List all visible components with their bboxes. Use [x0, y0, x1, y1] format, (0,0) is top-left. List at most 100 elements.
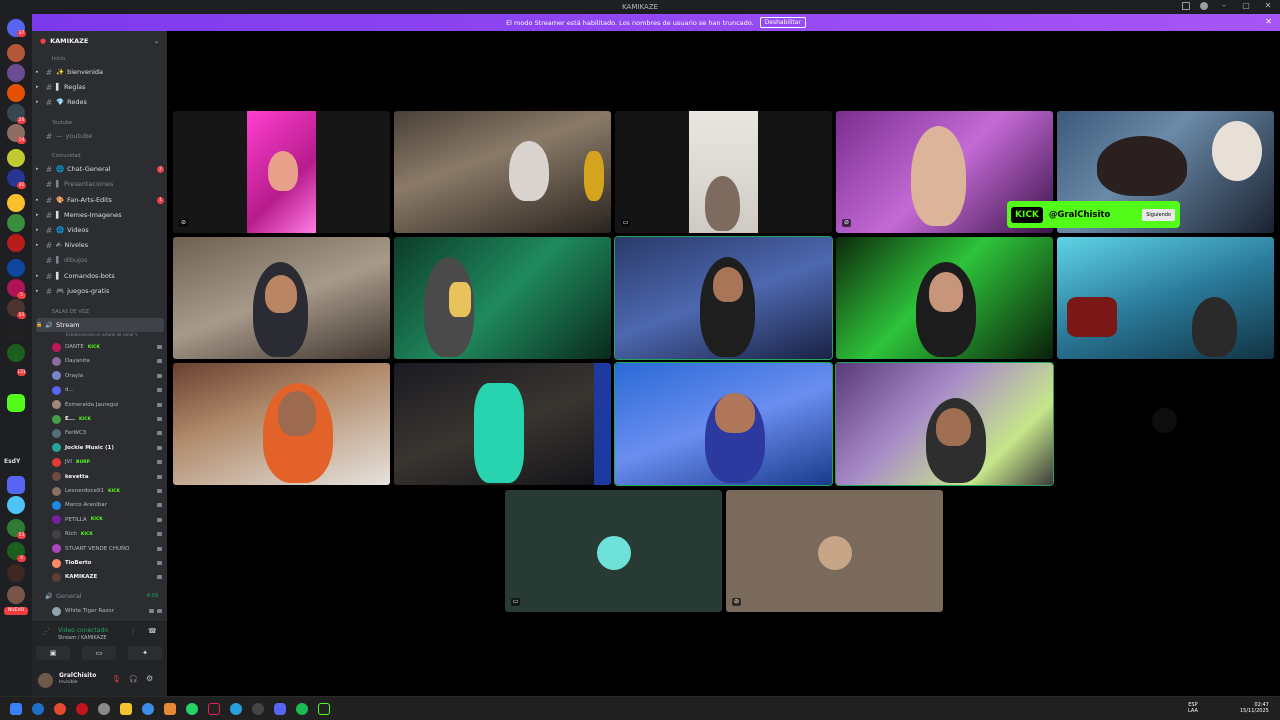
voice-user[interactable]: TioBerto: [52, 556, 162, 570]
server-abbrev[interactable]: EsdY: [4, 458, 20, 465]
server-icon[interactable]: [7, 476, 25, 494]
video-tile[interactable]: [1057, 237, 1274, 359]
voice-user[interactable]: d...: [52, 383, 162, 397]
voice-user[interactable]: Leonerdoce91 KICK: [52, 484, 162, 498]
category-comunidad[interactable]: Comunidad: [52, 153, 81, 159]
video-tile[interactable]: [614, 362, 833, 486]
channel-comandos-bots[interactable]: ▸ # ▌ Comandos-bots: [36, 269, 164, 283]
voice-user[interactable]: Jockie Music (1): [52, 441, 162, 455]
help-icon[interactable]: [1200, 2, 1208, 10]
activities-button[interactable]: ✦: [128, 646, 162, 660]
channel-juegos-gratis[interactable]: ▸ # 🎮 juegos-gratis: [36, 284, 164, 298]
voice-user[interactable]: KAMIKAZE: [52, 570, 162, 584]
channel-youtube[interactable]: # — youtube: [36, 129, 164, 143]
maximize-button[interactable]: ▢: [1240, 1, 1252, 10]
channel-niveles[interactable]: ▸ # ✍ Niveles: [36, 238, 164, 252]
video-tile[interactable]: [173, 237, 390, 359]
camera-toggle-button[interactable]: ▣: [36, 646, 70, 660]
server-icon[interactable]: [7, 564, 25, 582]
follow-button[interactable]: Siguiendo: [1142, 208, 1175, 221]
opera-icon[interactable]: [76, 703, 88, 715]
video-tile[interactable]: [614, 236, 833, 360]
channel-reglas[interactable]: ▸ # ▌ Reglas: [36, 80, 164, 94]
voice-user[interactable]: DANTE KICK: [52, 340, 162, 354]
voice-user[interactable]: E... KICK: [52, 412, 162, 426]
video-tile[interactable]: [836, 237, 1053, 359]
server-icon[interactable]: [7, 234, 25, 252]
start-icon[interactable]: [10, 703, 22, 715]
voice-user[interactable]: Rich KICK: [52, 527, 162, 541]
voice-channel-general[interactable]: 🔊 General 4:09: [36, 589, 164, 603]
mute-mic-icon[interactable]: 🎙: [112, 675, 121, 683]
category-voz[interactable]: SALAS DE VOZ: [52, 309, 89, 315]
disable-streamer-button[interactable]: Deshabilitar: [759, 17, 806, 28]
voice-user[interactable]: Marco Aranibar: [52, 498, 162, 512]
video-tile[interactable]: ⊘: [726, 490, 943, 612]
channel-redes[interactable]: ▸ # 💎 Redes: [36, 95, 164, 109]
terminal-icon[interactable]: [318, 703, 330, 715]
channel-bienvenida[interactable]: ▸ # ✨ bienvenida: [36, 65, 164, 79]
server-icon[interactable]: [7, 344, 25, 362]
voice-user[interactable]: White Tiger Razor: [52, 604, 162, 618]
channel-memes-imagenes[interactable]: ▸ # ▌ Memes-Imagenes: [36, 208, 164, 222]
file-explorer-icon[interactable]: [120, 703, 132, 715]
channel-dibujos[interactable]: # ▌ dibujos: [36, 253, 164, 267]
voice-user[interactable]: STUART VENDE CHUÑO: [52, 542, 162, 556]
voice-user[interactable]: Orayla: [52, 369, 162, 383]
video-tile[interactable]: [173, 363, 390, 485]
video-tile[interactable]: [394, 237, 611, 359]
category-youtube[interactable]: Youtube: [52, 120, 72, 126]
video-tile[interactable]: [394, 363, 611, 485]
clock[interactable]: 02:47 15/11/2025: [1240, 702, 1269, 714]
app-icon[interactable]: [230, 703, 242, 715]
language-indicator[interactable]: ESP LAA: [1188, 702, 1198, 714]
server-icon[interactable]: [7, 586, 25, 604]
spotify-icon[interactable]: [296, 703, 308, 715]
voice-user[interactable]: Dayanita: [52, 354, 162, 368]
video-tile[interactable]: ⊘: [173, 111, 390, 233]
close-window-button[interactable]: ✕: [1262, 1, 1274, 10]
video-tile[interactable]: [394, 111, 611, 233]
whatsapp-icon[interactable]: [186, 703, 198, 715]
server-icon[interactable]: [7, 496, 25, 514]
minimize-button[interactable]: –: [1218, 1, 1230, 10]
voice-user[interactable]: kevetta: [52, 470, 162, 484]
kick-server-icon[interactable]: [7, 394, 25, 412]
connection-channel[interactable]: Stream / KAMIKAZE: [58, 635, 107, 641]
category-inicio[interactable]: Inicio: [52, 56, 65, 62]
voice-user[interactable]: Esmeralda Jauregui: [52, 398, 162, 412]
voice-user[interactable]: JVI BURP: [52, 455, 162, 469]
chrome-icon[interactable]: [54, 703, 66, 715]
noise-suppression-icon[interactable]: ⫶: [132, 628, 134, 637]
server-icon[interactable]: [7, 214, 25, 232]
app-icon[interactable]: [142, 703, 154, 715]
video-tile[interactable]: [835, 362, 1054, 486]
server-icon[interactable]: [7, 64, 25, 82]
video-tile[interactable]: ▭: [615, 111, 832, 233]
settings-icon[interactable]: [98, 703, 110, 715]
avatar[interactable]: [38, 673, 53, 688]
server-icon[interactable]: [7, 194, 25, 212]
screen-share-button[interactable]: ▭: [82, 646, 116, 660]
server-icon[interactable]: [7, 149, 25, 167]
video-tile[interactable]: ▭: [505, 490, 722, 612]
inbox-icon[interactable]: [1182, 2, 1190, 10]
server-icon[interactable]: [7, 259, 25, 277]
voice-user[interactable]: PETILLA KICK: [52, 513, 162, 527]
app-icon[interactable]: [164, 703, 176, 715]
obs-icon[interactable]: [252, 703, 264, 715]
tiktok-icon[interactable]: [208, 703, 220, 715]
user-name[interactable]: GralChisito: [59, 672, 96, 679]
channel-chat-general[interactable]: ▸ # 🌐 Chat-General 2: [36, 162, 164, 176]
gear-icon[interactable]: ⚙: [146, 674, 153, 683]
disconnect-icon[interactable]: ☎: [148, 627, 157, 635]
channel-presentaciones[interactable]: # ▌ Presentaciones: [36, 177, 164, 191]
headphones-icon[interactable]: 🎧: [129, 675, 138, 683]
connection-status[interactable]: Video conectado: [58, 627, 108, 634]
server-icon[interactable]: [7, 44, 25, 62]
server-icon[interactable]: [7, 84, 25, 102]
voice-user[interactable]: FerWC3: [52, 426, 162, 440]
server-icon[interactable]: [7, 324, 25, 342]
guild-header[interactable]: ● KAMIKAZE ⌄: [32, 31, 167, 51]
close-icon[interactable]: ✕: [1265, 17, 1272, 26]
